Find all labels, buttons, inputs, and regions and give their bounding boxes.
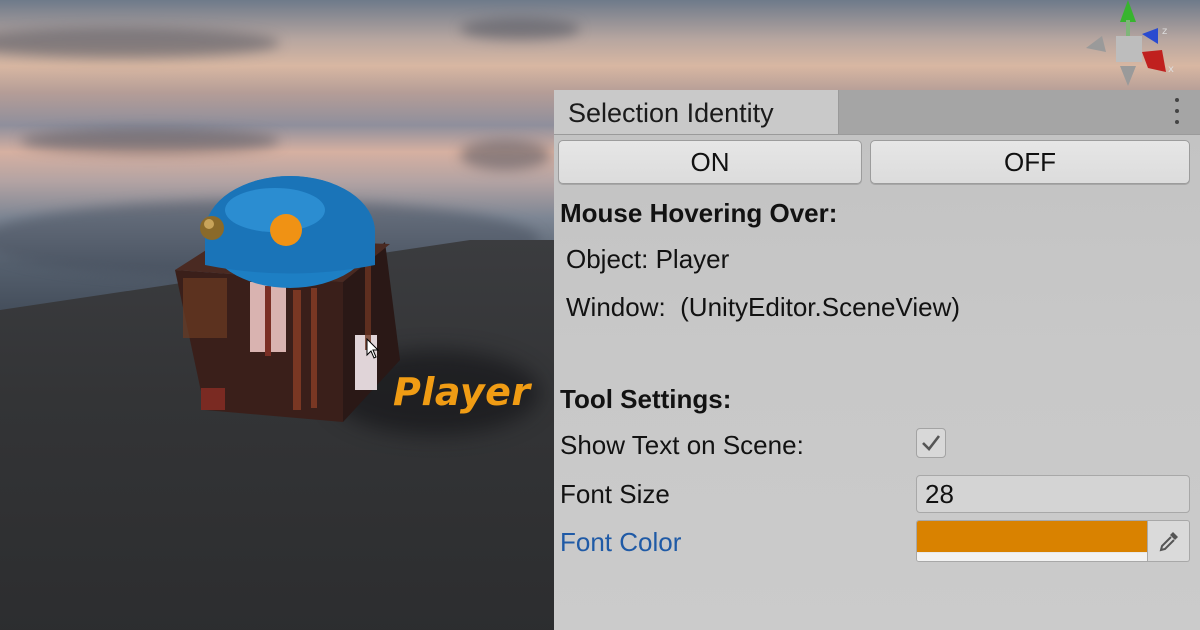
mouse-cursor-icon [366,338,380,359]
show-text-checkbox[interactable] [916,428,946,458]
tab-selection-identity[interactable]: Selection Identity [554,90,839,134]
selection-identity-panel: Selection Identity ON OFF Mouse Hovering… [554,90,1200,630]
off-button[interactable]: OFF [870,140,1190,184]
tab-title: Selection Identity [568,98,774,128]
font-color-label: Font Color [560,527,682,557]
svg-text:z: z [1162,26,1167,37]
kebab-menu-icon[interactable] [1174,98,1180,124]
hover-heading: Mouse Hovering Over: [560,198,838,228]
font-color-field[interactable] [916,520,1148,562]
font-size-label: Font Size [560,479,670,509]
tab-bar: Selection Identity [554,90,1200,135]
player-object[interactable] [165,170,415,430]
font-color-swatch [917,521,1147,552]
scene-object-label: Player [393,370,531,414]
tool-settings-heading: Tool Settings: [560,384,732,414]
on-button[interactable]: ON [558,140,862,184]
hover-object-text: Object: Player [566,244,730,274]
font-size-field[interactable]: 28 [916,475,1190,513]
checkmark-icon [922,435,941,451]
show-text-label: Show Text on Scene: [560,430,804,460]
alpha-bar [917,553,1147,561]
svg-text:x: x [1168,64,1174,75]
orientation-gizmo-icon[interactable]: x z [1076,0,1180,86]
hover-window-text: Window: (UnityEditor.SceneView) [566,292,961,322]
eyedropper-icon[interactable] [1148,520,1190,562]
